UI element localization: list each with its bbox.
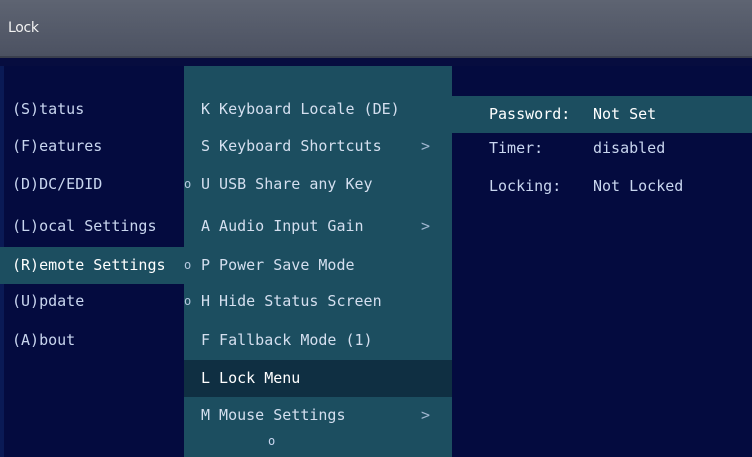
- osd-screen: Lock (S)tatus (F)eatures (D)DC/EDID (L)o…: [0, 0, 752, 457]
- menu-item-update[interactable]: (U)pdate: [12, 283, 184, 320]
- main-menu: (S)tatus (F)eatures (D)DC/EDID (L)ocal S…: [0, 66, 188, 457]
- submenu-item-label: S Keyboard Shortcuts: [201, 137, 382, 155]
- submenu-item-label: L Lock Menu: [201, 369, 301, 387]
- menu-item-ddc-edid[interactable]: (D)DC/EDID: [12, 166, 184, 203]
- info-row-password: Password: Not Set: [489, 96, 656, 133]
- submenu-item-label: U USB Share any Key: [201, 175, 373, 193]
- submenu-item-fallback-mode[interactable]: F Fallback Mode (1): [184, 322, 452, 359]
- submenu-item-label: F Fallback Mode (1): [201, 331, 373, 349]
- chevron-right-icon: >: [420, 217, 430, 235]
- enabled-dot-icon: o: [184, 294, 192, 308]
- menu-item-status[interactable]: (S)tatus: [12, 91, 184, 128]
- chevron-right-icon: >: [420, 137, 430, 155]
- submenu-item-label: A Audio Input Gain: [201, 217, 364, 235]
- info-row-locking: Locking: Not Locked: [489, 168, 683, 205]
- submenu-item-mouse-settings[interactable]: M Mouse Settings >: [184, 397, 452, 434]
- remote-settings-submenu: K Keyboard Locale (DE) S Keyboard Shortc…: [184, 66, 452, 457]
- scroll-indicator-icon: o: [268, 434, 276, 448]
- menu-item-label: (R)emote Settings: [12, 256, 166, 274]
- submenu-item-keyboard-locale[interactable]: K Keyboard Locale (DE): [184, 91, 452, 128]
- header-band: [0, 58, 752, 66]
- menu-item-label: (F)eatures: [12, 137, 103, 155]
- info-value: Not Set: [593, 105, 657, 123]
- enabled-dot-icon: o: [184, 177, 192, 191]
- submenu-item-hide-status[interactable]: o H Hide Status Screen: [184, 283, 452, 320]
- menu-item-label: (A)bout: [12, 331, 76, 349]
- menu-item-label: (S)tatus: [12, 100, 85, 118]
- submenu-item-lock-menu[interactable]: L Lock Menu: [184, 360, 452, 397]
- submenu-item-label: H Hide Status Screen: [201, 292, 382, 310]
- info-row-timer: Timer: disabled: [489, 130, 665, 167]
- menu-item-about[interactable]: (A)bout: [12, 322, 184, 359]
- submenu-item-power-save[interactable]: o P Power Save Mode: [184, 247, 452, 284]
- info-key: Timer:: [489, 139, 544, 157]
- menu-item-remote-settings[interactable]: (R)emote Settings: [0, 247, 188, 284]
- title-bar: Lock: [0, 0, 752, 58]
- enabled-dot-icon: o: [184, 258, 192, 272]
- submenu-item-audio-input-gain[interactable]: A Audio Input Gain >: [184, 208, 452, 245]
- submenu-item-label: K Keyboard Locale (DE): [201, 100, 400, 118]
- submenu-item-label: P Power Save Mode: [201, 256, 355, 274]
- info-key: Password:: [489, 105, 571, 123]
- menu-item-label: (L)ocal Settings: [12, 217, 157, 235]
- lock-info-panel: Password: Not Set Timer: disabled Locking:…: [452, 66, 752, 457]
- chevron-right-icon: >: [420, 406, 430, 424]
- menu-item-local-settings[interactable]: (L)ocal Settings: [12, 208, 184, 245]
- menu-item-label: (U)pdate: [12, 292, 85, 310]
- menu-item-features[interactable]: (F)eatures: [12, 128, 184, 165]
- info-value: Not Locked: [593, 177, 684, 195]
- window-title: Lock: [8, 20, 39, 36]
- submenu-item-usb-share[interactable]: o U USB Share any Key: [184, 166, 452, 203]
- submenu-item-keyboard-shortcuts[interactable]: S Keyboard Shortcuts >: [184, 128, 452, 165]
- info-value: disabled: [593, 139, 666, 157]
- menu-item-label: (D)DC/EDID: [12, 175, 103, 193]
- submenu-item-label: M Mouse Settings: [201, 406, 346, 424]
- info-key: Locking:: [489, 177, 562, 195]
